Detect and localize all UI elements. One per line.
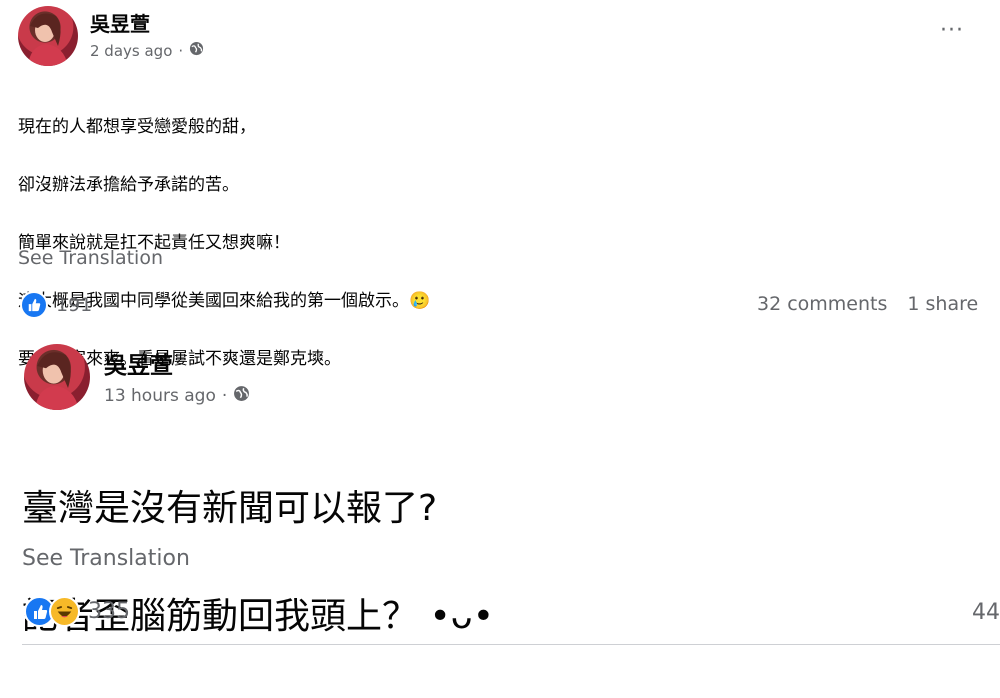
- author-avatar[interactable]: [24, 344, 90, 410]
- globe-icon[interactable]: [189, 41, 204, 60]
- post-meta: 2 days ago ·: [90, 41, 204, 60]
- shares-count[interactable]: 1 share: [907, 293, 978, 315]
- post-text-line: 卻沒辦法承擔給予承諾的苦。: [18, 175, 239, 195]
- globe-icon[interactable]: [233, 385, 250, 407]
- post-stats: 44: [972, 600, 1000, 625]
- post-text-line: 現在的人都想享受戀愛般的甜，: [18, 117, 256, 137]
- post-text-line: 臺灣是沒有新聞可以報了?: [22, 488, 438, 529]
- meta-separator: ·: [178, 41, 184, 60]
- reaction-count: 191: [56, 294, 93, 316]
- post-meta: 13 hours ago ·: [104, 385, 250, 407]
- avatar-photo: [28, 13, 68, 66]
- reactions-summary[interactable]: 335: [24, 596, 130, 627]
- haha-reaction-icon: [49, 596, 80, 627]
- see-translation-link[interactable]: See Translation: [22, 546, 190, 571]
- author-name[interactable]: 吳昱萱: [104, 346, 173, 380]
- like-reaction-icon: [20, 291, 48, 319]
- post-1: 吳昱萱 2 days ago · ··· 現在的人都想享受戀愛般的甜， 卻沒辦法…: [0, 0, 1000, 369]
- more-options-icon[interactable]: ···: [940, 18, 964, 43]
- reaction-count: 335: [88, 599, 130, 624]
- author-avatar[interactable]: [18, 6, 78, 66]
- post-stats: 32 comments 1 share: [757, 293, 978, 315]
- post-time[interactable]: 2 days ago: [90, 42, 172, 60]
- comments-count[interactable]: 44: [972, 600, 1000, 625]
- meta-separator: ·: [221, 386, 228, 406]
- avatar-photo: [35, 352, 79, 410]
- see-translation-link[interactable]: See Translation: [18, 247, 163, 269]
- reactions-summary[interactable]: 191: [20, 291, 92, 319]
- divider: [22, 644, 1000, 645]
- comments-count[interactable]: 32 comments: [757, 293, 887, 315]
- author-name[interactable]: 吳昱萱: [90, 8, 150, 37]
- post-time[interactable]: 13 hours ago: [104, 386, 216, 406]
- post-2: 吳昱萱 13 hours ago · 臺灣是沒有新聞可以報了? 記者歪腦筋動回我…: [0, 330, 1000, 650]
